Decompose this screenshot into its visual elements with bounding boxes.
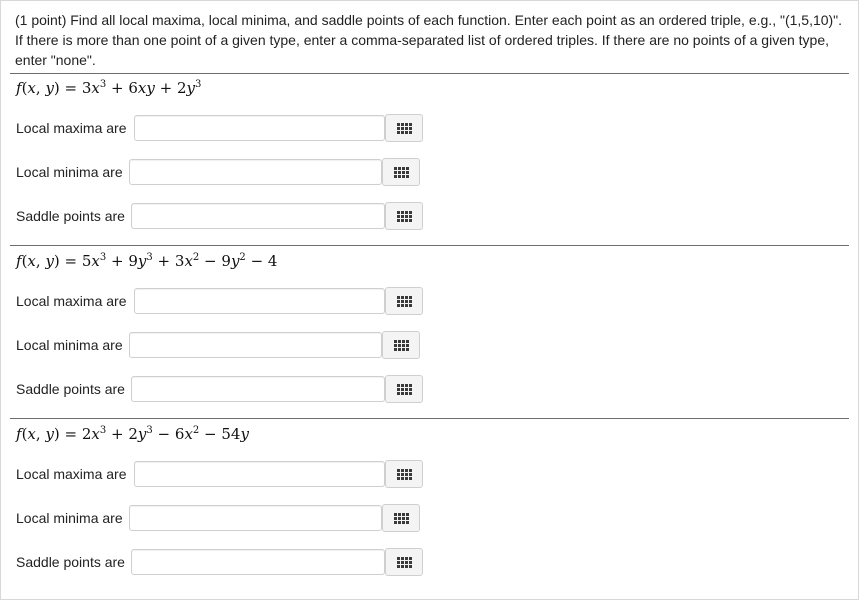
function-3: f(x, y) = 2x3 + 2y3 − 6x2 − 54y [16, 425, 249, 443]
local-minima-label: Local minima are [16, 164, 123, 180]
local-maxima-label: Local maxima are [16, 293, 127, 309]
equation-editor-button[interactable] [385, 375, 423, 403]
local-maxima-label: Local maxima are [16, 120, 127, 136]
problem-panel: (1 point) Find all local maxima, local m… [0, 0, 859, 600]
section-divider [10, 73, 849, 74]
saddle-points-input[interactable] [131, 549, 385, 575]
grid-icon [396, 383, 412, 395]
saddle-points-input[interactable] [131, 376, 385, 402]
function-1: f(x, y) = 3x3 + 6xy + 2y3 [16, 79, 202, 97]
saddle-points-label: Saddle points are [16, 208, 125, 224]
saddle-points-label: Saddle points are [16, 554, 125, 570]
local-minima-label: Local minima are [16, 510, 123, 526]
grid-icon [393, 166, 409, 178]
function-2: f(x, y) = 5x3 + 9y3 + 3x2 − 9y2 − 4 [16, 252, 278, 270]
local-minima-input[interactable] [129, 332, 382, 358]
equation-editor-button[interactable] [385, 287, 423, 315]
equation-editor-button[interactable] [385, 202, 423, 230]
grid-icon [396, 556, 412, 568]
section-divider [10, 245, 849, 246]
local-maxima-label: Local maxima are [16, 466, 127, 482]
grid-icon [393, 512, 409, 524]
equation-editor-button[interactable] [385, 548, 423, 576]
grid-icon [396, 295, 412, 307]
local-minima-input[interactable] [129, 159, 382, 185]
equation-editor-button[interactable] [382, 158, 420, 186]
local-minima-label: Local minima are [16, 337, 123, 353]
local-maxima-input[interactable] [134, 461, 385, 487]
section-divider [10, 418, 849, 419]
grid-icon [396, 468, 412, 480]
grid-icon [393, 339, 409, 351]
equation-editor-button[interactable] [382, 331, 420, 359]
equation-editor-button[interactable] [385, 460, 423, 488]
instructions-line-1: (1 point) Find all local maxima, local m… [15, 12, 843, 28]
saddle-points-label: Saddle points are [16, 381, 125, 397]
problem-instructions: (1 point) Find all local maxima, local m… [15, 10, 845, 70]
local-maxima-input[interactable] [134, 115, 385, 141]
saddle-points-input[interactable] [131, 203, 385, 229]
local-maxima-input[interactable] [134, 288, 385, 314]
equation-editor-button[interactable] [382, 504, 420, 532]
equation-editor-button[interactable] [385, 114, 423, 142]
local-minima-input[interactable] [129, 505, 382, 531]
grid-icon [396, 210, 412, 222]
instructions-line-3: enter "none". [15, 52, 96, 68]
instructions-line-2: If there is more than one point of a giv… [15, 32, 830, 48]
grid-icon [396, 122, 412, 134]
